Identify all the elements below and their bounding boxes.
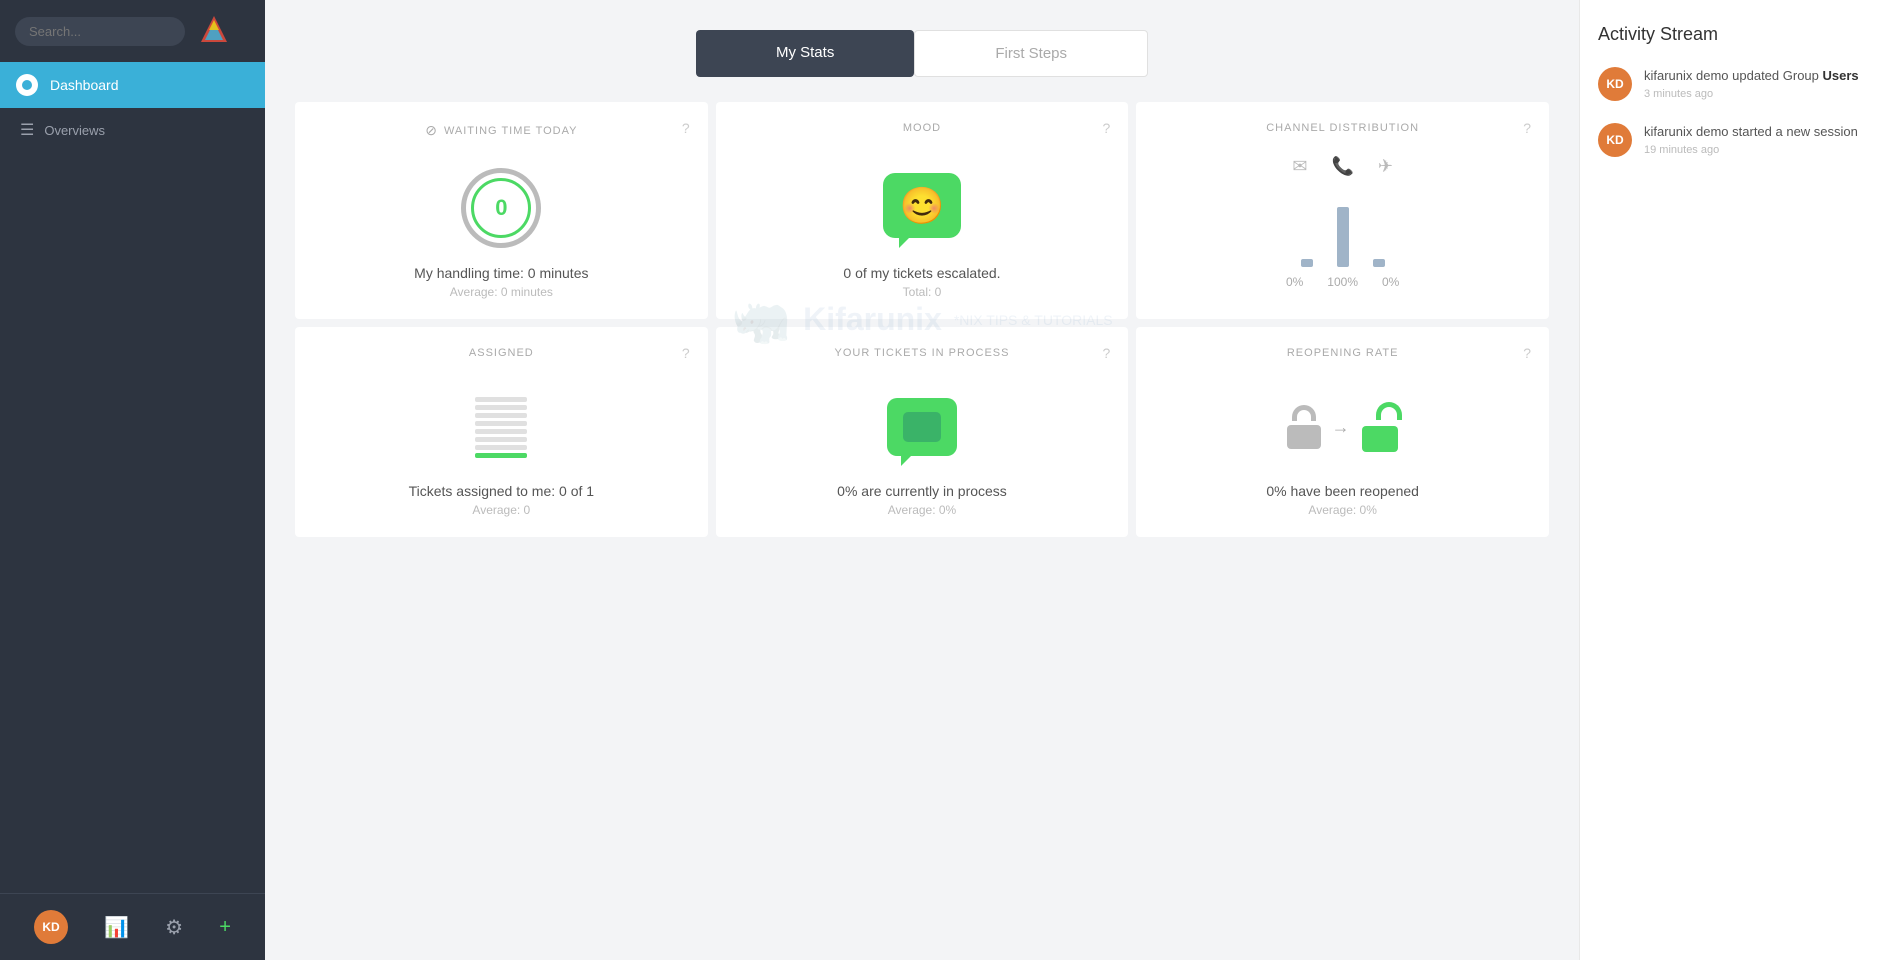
activity-item-1: KD kifarunix demo updated Group Users 3 … (1598, 67, 1861, 101)
add-icon[interactable]: + (219, 916, 231, 939)
card-in-process-help[interactable]: ? (1103, 345, 1111, 361)
activity-content-1: kifarunix demo updated Group Users 3 min… (1644, 67, 1859, 101)
channel-bars (1301, 187, 1385, 267)
activity-stream-title: Activity Stream (1598, 24, 1861, 45)
card-reopening-help[interactable]: ? (1523, 345, 1531, 361)
activity-text-2: kifarunix demo started a new session (1644, 123, 1858, 141)
channel-pct-phone: 100% (1327, 275, 1358, 289)
card-waiting-time-sub: Average: 0 minutes (450, 285, 553, 299)
timer-value: 0 (471, 178, 531, 238)
card-waiting-time-help[interactable]: ? (682, 120, 690, 136)
card-assigned-title: ASSIGNED (319, 347, 684, 359)
mood-face-icon: 😊 (900, 185, 945, 227)
channel-icons: ✉ 📞 ✈ (1292, 156, 1393, 177)
channel-bar-chat (1373, 259, 1385, 267)
avatar[interactable]: KD (34, 910, 68, 944)
tab-first-steps[interactable]: First Steps (914, 30, 1148, 77)
list-icon: ☰ (20, 120, 34, 140)
card-in-process-sub: Average: 0% (888, 503, 957, 517)
email-channel-icon: ✉ (1292, 156, 1307, 177)
card-waiting-time-title: ⊘ WAITING TIME TODAY (319, 122, 684, 139)
lock-closed-icon (1284, 405, 1324, 449)
sidebar-item-dashboard[interactable]: Dashboard (0, 62, 265, 108)
channel-pct-email: 0% (1286, 275, 1303, 289)
phone-channel-icon: 📞 (1331, 156, 1353, 177)
settings-icon[interactable]: ⚙ (165, 915, 183, 940)
card-reopening-title: REOPENING RATE (1160, 347, 1525, 359)
dashboard-dot (16, 74, 38, 96)
dashboard-label: Dashboard (50, 77, 119, 93)
card-mood-icon: 😊 (883, 156, 961, 255)
card-mood: MOOD ? 😊 0 of my tickets escalated. Tota… (716, 102, 1129, 319)
activity-content-2: kifarunix demo started a new session 19 … (1644, 123, 1858, 157)
card-assigned-icon (475, 381, 527, 473)
activity-item-2: KD kifarunix demo started a new session … (1598, 123, 1861, 157)
activity-avatar-1: KD (1598, 67, 1632, 101)
card-assigned-main: Tickets assigned to me: 0 of 1 (409, 483, 594, 499)
card-in-process-title: YOUR TICKETS IN PROCESS (740, 347, 1105, 359)
sidebar: Dashboard ☰ Overviews KD 📊 ⚙ + (0, 0, 265, 960)
activity-time-2: 19 minutes ago (1644, 144, 1858, 156)
card-channel-icon-area: ✉ 📞 ✈ 0% 100% 0% (1160, 156, 1525, 289)
card-reopening-icon: → (1284, 381, 1402, 473)
timer-icon: 0 (461, 168, 541, 248)
chat-bubble-icon (887, 398, 957, 456)
channel-bar-email (1301, 259, 1313, 267)
card-in-process-main: 0% are currently in process (837, 483, 1007, 499)
lock-icons: → (1284, 402, 1402, 452)
channel-distribution: ✉ 📞 ✈ 0% 100% 0% (1160, 156, 1525, 289)
card-assigned-sub: Average: 0 (472, 503, 530, 517)
channel-bar-phone (1337, 207, 1349, 267)
card-reopening-main: 0% have been reopened (1266, 483, 1419, 499)
activity-time-1: 3 minutes ago (1644, 88, 1859, 100)
tabs-row: My Stats First Steps (696, 30, 1148, 77)
logo-icon (195, 12, 233, 50)
card-assigned-help[interactable]: ? (682, 345, 690, 361)
card-reopening-sub: Average: 0% (1308, 503, 1377, 517)
card-in-process: YOUR TICKETS IN PROCESS ? 0% are current… (716, 327, 1129, 537)
cards-grid: 🦏 Kifarunix *NIX TIPS & TUTORIALS ⊘ WAIT… (295, 102, 1549, 537)
card-mood-main: 0 of my tickets escalated. (843, 265, 1000, 281)
card-waiting-time-icon: 0 (461, 161, 541, 255)
channel-percentages: 0% 100% 0% (1286, 275, 1399, 289)
activity-text-1: kifarunix demo updated Group Users (1644, 67, 1859, 85)
activity-stream: Activity Stream KD kifarunix demo update… (1579, 0, 1879, 960)
card-reopening: REOPENING RATE ? → 0% have b (1136, 327, 1549, 537)
paper-stack-icon (475, 397, 527, 458)
main-content: My Stats First Steps 🦏 Kifarunix *NIX TI… (265, 0, 1579, 960)
card-in-process-icon (887, 381, 957, 473)
card-waiting-time-main: My handling time: 0 minutes (414, 265, 588, 281)
card-mood-sub: Total: 0 (903, 285, 942, 299)
sidebar-item-overviews[interactable]: ☰ Overviews (0, 108, 265, 152)
slash-circle-icon: ⊘ (425, 122, 438, 139)
tab-my-stats[interactable]: My Stats (696, 30, 914, 77)
card-channel-dist: CHANNEL DISTRIBUTION ? ✉ 📞 ✈ 0% (1136, 102, 1549, 319)
card-channel-help[interactable]: ? (1523, 120, 1531, 136)
lock-arrow-icon: → (1332, 417, 1350, 438)
chat-channel-icon: ✈ (1378, 156, 1393, 177)
card-mood-title: MOOD (740, 122, 1105, 134)
stats-icon[interactable]: 📊 (104, 915, 129, 940)
card-mood-help[interactable]: ? (1103, 120, 1111, 136)
lock-open-icon (1358, 402, 1402, 452)
channel-pct-chat: 0% (1382, 275, 1399, 289)
sidebar-footer: KD 📊 ⚙ + (0, 893, 265, 960)
card-channel-title: CHANNEL DISTRIBUTION (1160, 122, 1525, 134)
card-waiting-time: ⊘ WAITING TIME TODAY ? 0 My handling tim… (295, 102, 708, 319)
mood-bubble: 😊 (883, 173, 961, 238)
activity-avatar-2: KD (1598, 123, 1632, 157)
overviews-label: Overviews (44, 123, 105, 138)
sidebar-header (0, 0, 265, 62)
card-assigned: ASSIGNED ? Tickets assigned to me: 0 of … (295, 327, 708, 537)
search-input[interactable] (15, 17, 185, 46)
